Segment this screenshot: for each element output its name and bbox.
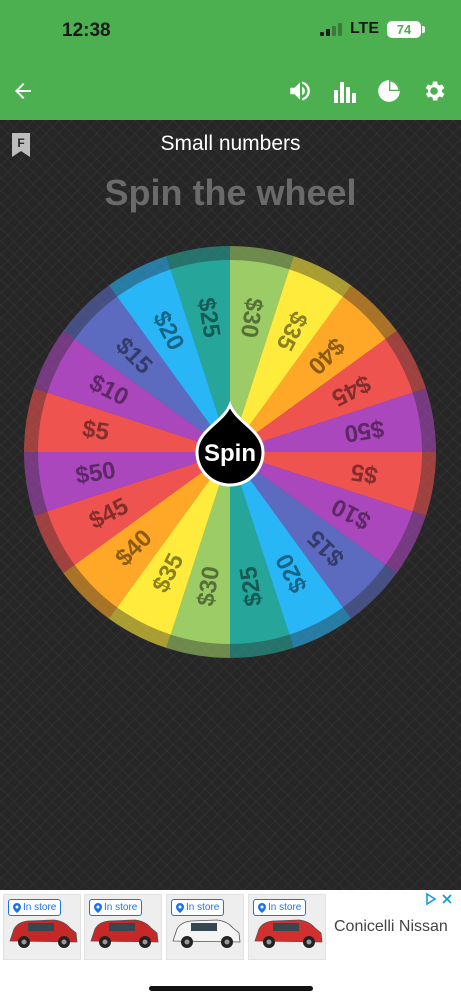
in-store-label: In store (104, 902, 138, 913)
signal-icon (319, 22, 342, 36)
ad-product-card[interactable]: In store (166, 894, 244, 960)
volume-icon[interactable] (281, 72, 319, 110)
preset-name[interactable]: Small numbers (0, 132, 461, 156)
location-pin-icon (94, 902, 102, 913)
status-bar: 12:38 LTE 74 (0, 0, 461, 62)
ad-advertiser-name[interactable]: Conicelli Nissan (334, 918, 448, 936)
location-pin-icon (176, 902, 184, 913)
in-store-badge: In store (8, 899, 62, 916)
settings-gear-icon[interactable] (415, 72, 453, 110)
ad-choices-icon[interactable] (425, 892, 455, 911)
wheel-segment-label: $5 (80, 415, 111, 446)
network-type: LTE (349, 20, 379, 37)
ad-product-card[interactable]: In store (3, 894, 81, 960)
wheel-title: Spin the wheel (104, 172, 357, 213)
spin-label: Spin (204, 440, 256, 467)
ad-product-card[interactable]: In store (84, 894, 162, 960)
home-bar-area (0, 964, 461, 1000)
ad-product-card[interactable]: In store (248, 894, 326, 960)
prize-wheel[interactable]: $30 $35$40$45$50$5$10$15$20$25$30$35$40$4… (23, 245, 437, 659)
in-store-label: In store (186, 902, 220, 913)
status-time: 12:38 (62, 20, 111, 41)
stats-bar-chart-icon[interactable] (326, 72, 364, 110)
battery-icon: 74 (387, 20, 425, 38)
battery-level: 74 (396, 21, 412, 37)
pie-chart-icon[interactable] (370, 72, 408, 110)
in-store-badge: In store (171, 899, 225, 916)
app-bar (0, 62, 461, 120)
ad-banner[interactable]: In store In store In store In store Conicel… (0, 890, 461, 964)
location-pin-icon (258, 902, 266, 913)
status-indicators: LTE 74 (319, 20, 425, 38)
in-store-label: In store (23, 902, 57, 913)
wheel-segment-label: $5 (349, 458, 380, 489)
in-store-badge: In store (89, 899, 143, 916)
back-arrow-icon[interactable] (4, 72, 42, 110)
in-store-badge: In store (253, 899, 307, 916)
home-indicator[interactable] (149, 986, 313, 991)
location-pin-icon (13, 902, 21, 913)
in-store-label: In store (268, 902, 302, 913)
